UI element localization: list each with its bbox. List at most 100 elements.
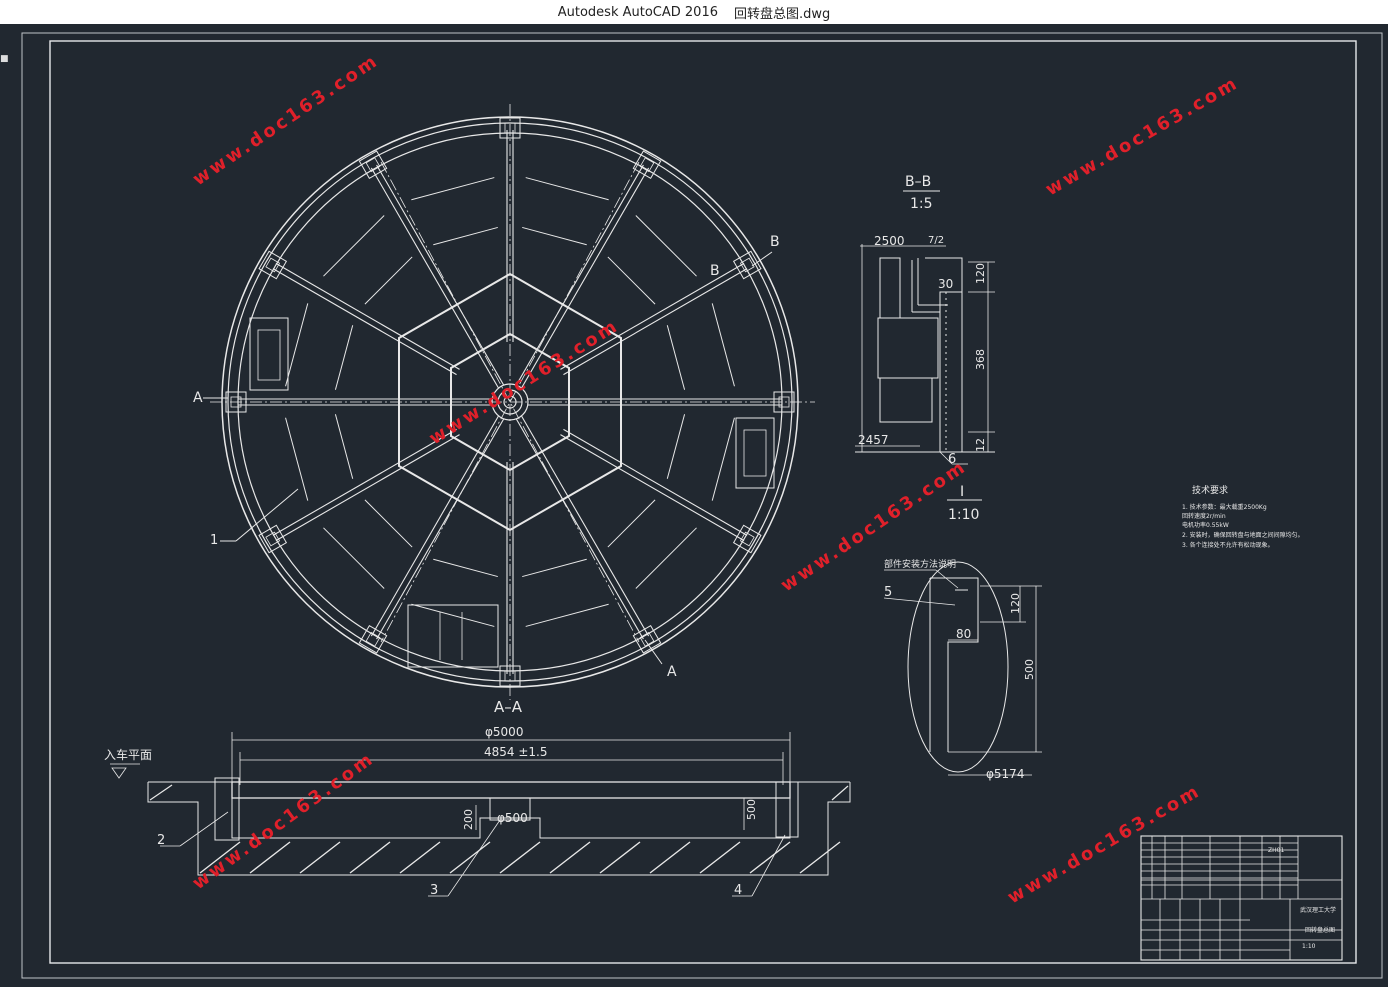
cross-rib xyxy=(433,558,498,578)
tech-req-line-5: 3. 各个连接处不允许有松动现象。 xyxy=(1182,541,1274,549)
bb-dim-30: 30 xyxy=(938,277,953,291)
detail-i-scale: 1:10 xyxy=(948,507,979,523)
bb-dim-120: 120 xyxy=(974,263,987,284)
cross-rib xyxy=(285,303,309,387)
drawing-viewport[interactable]: ■ A A B B A–A 1 B–B 1:5 2500 7/2 30 2457… xyxy=(0,24,1388,983)
watermark-text: www.doc163.com xyxy=(1042,72,1243,200)
part-number-2: 2 xyxy=(157,833,165,848)
spoke-line xyxy=(275,262,460,370)
spoke-line xyxy=(515,418,644,640)
cross-rib xyxy=(364,256,413,305)
ground-level-label: 入车平面 xyxy=(104,747,152,762)
turntable-plan-view xyxy=(210,104,815,700)
ground-hatch-line xyxy=(749,841,791,874)
aa-dim-phi500: φ500 xyxy=(497,811,528,825)
cross-rib xyxy=(522,558,587,578)
ground-hatch-line xyxy=(299,841,341,874)
cross-rib xyxy=(711,417,735,501)
ground-hatch-line xyxy=(549,841,591,874)
watermark-text: www.doc163.com xyxy=(1004,780,1205,908)
ground-hatch-line xyxy=(799,841,841,874)
title-block-code: ZH01 xyxy=(1268,847,1284,854)
cross-rib xyxy=(285,417,309,501)
detail-i-view: I 1:10 部件安装方法说明 5 80 φ5174 120 500 xyxy=(883,484,1042,781)
bb-dim-fraction: 7/2 xyxy=(928,235,944,246)
cross-rib xyxy=(666,414,686,479)
aa-dim-500: 500 xyxy=(745,799,758,820)
ground-hatch-line xyxy=(599,841,641,874)
section-aa-title: A–A xyxy=(494,698,523,716)
spoke-line xyxy=(275,434,460,542)
tech-req-line-4: 2. 安装时，确保回转盘与地面之间间隙均匀。 xyxy=(1182,531,1304,539)
detail-i-dim-500: 500 xyxy=(1023,659,1036,680)
section-bb-title: B–B xyxy=(905,174,931,190)
title-block-scale: 1:10 xyxy=(1302,943,1316,950)
ground-hatch-line xyxy=(499,841,541,874)
cross-rib xyxy=(411,177,495,201)
detail-i-dim-120: 120 xyxy=(1009,593,1022,614)
cross-rib xyxy=(525,177,609,201)
window-title-bar: Autodesk AutoCAD 2016 回转盘总图.dwg xyxy=(0,0,1388,24)
detail-i-title: I xyxy=(960,484,964,500)
section-a-bottom-label: A xyxy=(667,664,677,680)
part-number-4: 4 xyxy=(734,883,742,898)
cross-rib xyxy=(607,499,656,548)
section-bb-scale: 1:5 xyxy=(910,196,933,212)
tech-requirements: 技术要求 1. 技术参数：最大载重2500Kg 回转速度2r/min 电机功率0… xyxy=(1182,484,1304,549)
ground-hatch-line xyxy=(699,841,741,874)
part-number-3: 3 xyxy=(430,883,438,898)
cross-rib xyxy=(522,226,587,246)
spoke-line xyxy=(560,434,745,542)
sheet-inner-border xyxy=(49,40,1357,964)
title-block-school: 武汉理工大学 xyxy=(1300,906,1336,914)
tech-req-line-3: 电机功率0.55kW xyxy=(1182,521,1229,529)
ground-hatch-line xyxy=(831,785,849,801)
cross-rib xyxy=(334,325,354,390)
tech-req-line-1: 1. 技术参数：最大载重2500Kg xyxy=(1182,503,1267,511)
spoke-line xyxy=(376,418,505,640)
title-block: 武汉理工大学 回转盘总图 1:10 ZH01 xyxy=(1140,835,1343,961)
detail-i-dim-dia: φ5174 xyxy=(986,767,1024,781)
cross-rib xyxy=(666,325,686,390)
file-name: 回转盘总图.dwg xyxy=(733,6,831,22)
section-a-left-label: A xyxy=(193,390,203,406)
bb-dim-12: 12 xyxy=(974,438,987,452)
cross-rib xyxy=(635,215,697,277)
spoke-line xyxy=(376,164,505,386)
aa-dim-phi5000: φ5000 xyxy=(485,725,523,739)
aa-dim-4854: 4854 ±1.5 xyxy=(484,745,548,759)
bb-dim-2457: 2457 xyxy=(858,433,889,447)
detail-i-note: 部件安装方法说明 xyxy=(884,558,956,570)
bb-dim-368: 368 xyxy=(974,349,987,370)
ground-hatch-line xyxy=(399,841,441,874)
cross-rib xyxy=(411,603,495,627)
part-number-5: 5 xyxy=(884,585,892,600)
section-b-mid-label: B xyxy=(710,263,720,279)
ground-hatch-line xyxy=(349,841,391,874)
viewport-corner-marker: ■ xyxy=(0,54,9,64)
section-bb-view: B–B 1:5 2500 7/2 30 2457 6 120 368 12 xyxy=(855,174,995,467)
bb-dim-2500: 2500 xyxy=(874,234,905,248)
detail-i-dim-80: 80 xyxy=(956,627,971,641)
ground-hatch-line xyxy=(149,784,173,801)
ground-hatch-line xyxy=(449,841,491,874)
aa-dim-200: 200 xyxy=(462,809,475,830)
tech-req-line-2: 回转速度2r/min xyxy=(1182,512,1226,520)
cross-rib xyxy=(364,499,413,548)
section-b-top-label: B xyxy=(770,234,780,250)
cross-rib xyxy=(323,527,385,589)
cross-rib xyxy=(711,303,735,387)
title-block-drawing-name: 回转盘总图 xyxy=(1305,926,1335,934)
cross-rib xyxy=(334,414,354,479)
tech-req-title: 技术要求 xyxy=(1192,484,1228,496)
cross-rib xyxy=(525,603,609,627)
cross-rib xyxy=(607,256,656,305)
app-title: Autodesk AutoCAD 2016 xyxy=(557,4,718,20)
plan-labels: A A B B A–A 1 xyxy=(193,234,780,716)
ground-hatch-line xyxy=(649,841,691,874)
cross-rib xyxy=(323,215,385,277)
cross-rib xyxy=(635,527,697,589)
part-number-1: 1 xyxy=(210,533,218,548)
cad-drawing: A A B B A–A 1 B–B 1:5 2500 7/2 30 2457 6… xyxy=(21,32,1383,979)
cross-rib xyxy=(433,226,498,246)
